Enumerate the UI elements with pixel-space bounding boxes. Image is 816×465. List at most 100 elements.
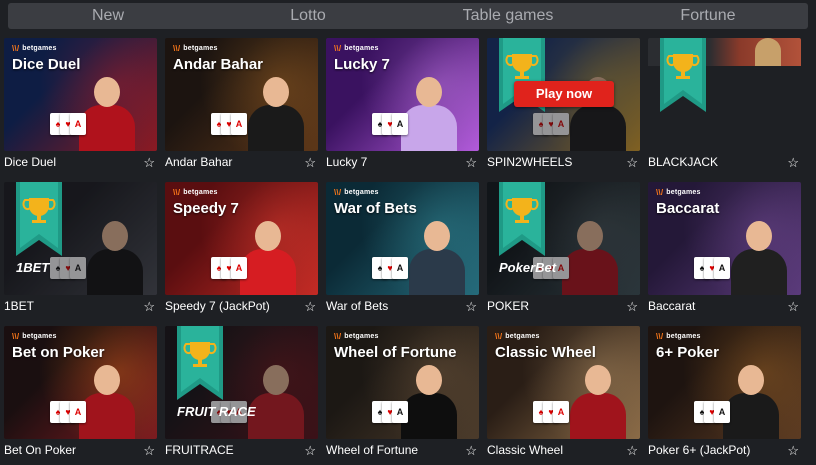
game-thumbnail[interactable]: ♠ ♥ A \\/betgames Andar Bahar bbox=[165, 38, 318, 151]
game-thumbnail[interactable]: ♠ ♥ A \\/betgames Dice Duel bbox=[4, 38, 157, 151]
tab-fortune[interactable]: Fortune bbox=[608, 3, 808, 29]
favorite-star-icon[interactable]: ☆ bbox=[465, 156, 477, 169]
betgames-wordmark: betgames bbox=[22, 45, 57, 52]
game-name: FRUITRACE bbox=[165, 443, 234, 457]
thumbnail-game-title: Classic Wheel bbox=[495, 344, 596, 361]
dealer-illustration bbox=[73, 73, 135, 151]
game-thumbnail[interactable]: ♠ ♥ A \\/betgames Bet on Poker bbox=[4, 326, 157, 439]
game-name: Baccarat bbox=[648, 299, 696, 313]
thumbnail-game-title: War of Bets bbox=[334, 200, 417, 217]
betgames-logo: \\/betgames bbox=[334, 188, 379, 197]
betgames-mark-icon: \\/ bbox=[334, 188, 342, 197]
favorite-star-icon[interactable]: ☆ bbox=[143, 300, 155, 313]
dealer-illustration bbox=[403, 217, 465, 295]
game-label-row: Classic Wheel ☆ bbox=[487, 442, 640, 458]
game-name: Andar Bahar bbox=[165, 155, 233, 169]
game-label-row: Poker 6+ (JackPot) ☆ bbox=[648, 442, 801, 458]
tab-table-games[interactable]: Table games bbox=[408, 3, 608, 29]
favorite-star-icon[interactable]: ☆ bbox=[304, 444, 316, 457]
game-card[interactable]: ♠ ♥ A \\/betgames Bet on Poker Bet On Poker ☆ bbox=[4, 326, 157, 458]
game-thumbnail[interactable]: ♠ ♥ A \\/betgames War of Bets bbox=[326, 182, 479, 295]
game-name: War of Bets bbox=[326, 299, 389, 313]
betgames-logo: \\/betgames bbox=[173, 44, 218, 53]
game-card[interactable]: ♠ ♥ A \\/betgames Andar Bahar Andar Bahar ☆ bbox=[165, 38, 318, 170]
game-card[interactable]: ♠ ♥ A \\/betgames Speedy 7 Speedy 7 (JackPot… bbox=[165, 182, 318, 313]
game-card[interactable]: ♠ ♥ A \\/betgames War of Bets War of Bets ☆ bbox=[326, 182, 479, 314]
game-thumbnail[interactable]: ♠ ♥ A \\/betgames Speedy 7 bbox=[165, 182, 318, 295]
betgames-mark-icon: \\/ bbox=[12, 332, 20, 341]
game-label-row: 1BET ☆ bbox=[4, 298, 157, 314]
game-name: Wheel of Fortune bbox=[326, 443, 419, 457]
favorite-star-icon[interactable]: ☆ bbox=[626, 156, 638, 169]
game-name: Dice Duel bbox=[4, 155, 57, 169]
game-thumbnail[interactable]: ♠ ♥ A \\/betgames 6+ Poker bbox=[648, 326, 801, 439]
betgames-mark-icon: \\/ bbox=[173, 188, 181, 197]
provider-logo: 1BET bbox=[16, 260, 50, 275]
game-label-row: Andar Bahar ☆ bbox=[165, 154, 318, 170]
game-card[interactable]: ♠ ♥ A \\/betgames Lucky 7 Lucky 7 ☆ bbox=[326, 38, 479, 170]
trophy-ribbon-icon bbox=[660, 38, 706, 112]
betgames-mark-icon: \\/ bbox=[334, 44, 342, 53]
play-now-button[interactable]: Play now bbox=[514, 81, 614, 107]
game-thumbnail[interactable]: ♠ ♥ A \\/betgames Classic Wheel bbox=[487, 326, 640, 439]
favorite-star-icon[interactable]: ☆ bbox=[787, 300, 799, 313]
game-label-row: Dice Duel ☆ bbox=[4, 154, 157, 170]
thumbnail-game-title: Lucky 7 bbox=[334, 56, 390, 73]
favorite-star-icon[interactable]: ☆ bbox=[465, 300, 477, 313]
favorite-star-icon[interactable]: ☆ bbox=[626, 300, 638, 313]
thumbnail-game-title: Wheel of Fortune bbox=[334, 344, 457, 361]
category-tabs: New Lotto Table games Fortune bbox=[8, 3, 808, 29]
trophy-ribbon-icon bbox=[499, 182, 545, 256]
thumbnail-game-title: Speedy 7 bbox=[173, 200, 239, 217]
betgames-logo: \\/betgames bbox=[656, 188, 701, 197]
game-label-row: Lucky 7 ☆ bbox=[326, 154, 479, 170]
dealer-illustration bbox=[234, 217, 296, 295]
favorite-star-icon[interactable]: ☆ bbox=[465, 444, 477, 457]
betgames-logo: \\/betgames bbox=[12, 332, 57, 341]
game-card[interactable]: BLACKJACK ☆ bbox=[648, 38, 801, 169]
tab-new[interactable]: New bbox=[8, 3, 208, 29]
betgames-wordmark: betgames bbox=[344, 45, 379, 52]
game-label-row: Baccarat ☆ bbox=[648, 298, 801, 314]
playing-cards-icon: ♠ ♥ A bbox=[211, 113, 247, 135]
favorite-star-icon[interactable]: ☆ bbox=[626, 444, 638, 457]
thumbnail-game-title: Dice Duel bbox=[12, 56, 81, 73]
game-card[interactable]: ♠ ♥ A FRUIT RACE FRUITRACE ☆ bbox=[165, 326, 318, 457]
dealer-illustration bbox=[73, 361, 135, 439]
favorite-star-icon[interactable]: ☆ bbox=[143, 156, 155, 169]
favorite-star-icon[interactable]: ☆ bbox=[143, 444, 155, 457]
betgames-logo: \\/betgames bbox=[334, 332, 379, 341]
game-card[interactable]: ♠ ♥ A PokerBet POKER ☆ bbox=[487, 182, 640, 313]
betgames-mark-icon: \\/ bbox=[495, 332, 503, 341]
favorite-star-icon[interactable]: ☆ bbox=[304, 300, 316, 313]
game-name: Speedy 7 (JackPot) bbox=[165, 299, 270, 313]
game-name: Bet On Poker bbox=[4, 443, 77, 457]
provider-logo: PokerBet bbox=[499, 260, 557, 275]
game-thumbnail[interactable]: ♠ ♥ A \\/betgames Baccarat bbox=[648, 182, 801, 295]
game-thumbnail[interactable]: ♠ ♥ A \\/betgames Wheel of Fortune bbox=[326, 326, 479, 439]
game-thumbnail[interactable]: ♠ ♥ A \\/betgames Lucky 7 bbox=[326, 38, 479, 151]
dealer-illustration bbox=[395, 73, 457, 151]
game-card[interactable]: ♠ ♥ A \\/betgames Wheel of Fortune Wheel of … bbox=[326, 326, 479, 458]
tab-lotto[interactable]: Lotto bbox=[208, 3, 408, 29]
game-name: SPIN2WHEELS bbox=[487, 155, 573, 169]
game-card[interactable]: ♠ ♥ A \\/betgames Baccarat Baccarat ☆ bbox=[648, 182, 801, 314]
betgames-logo: \\/betgames bbox=[495, 332, 540, 341]
betgames-wordmark: betgames bbox=[344, 333, 379, 340]
game-card[interactable]: ♠ ♥ A \\/betgames Dice Duel Dice Duel ☆ bbox=[4, 38, 157, 170]
game-card[interactable]: ♠ ♥ A 1BET 1BET ☆ bbox=[4, 182, 157, 314]
betgames-logo: \\/betgames bbox=[656, 332, 701, 341]
favorite-star-icon[interactable]: ☆ bbox=[787, 156, 799, 169]
game-card[interactable]: ♠ ♥ A Play now SPIN2WHEELS ☆ bbox=[487, 38, 640, 169]
favorite-star-icon[interactable]: ☆ bbox=[304, 156, 316, 169]
thumbnail-game-title: Bet on Poker bbox=[12, 344, 105, 361]
betgames-wordmark: betgames bbox=[666, 333, 701, 340]
favorite-star-icon[interactable]: ☆ bbox=[787, 444, 799, 457]
betgames-mark-icon: \\/ bbox=[12, 44, 20, 53]
game-card[interactable]: ♠ ♥ A \\/betgames Classic Wheel Classic Whee… bbox=[487, 326, 640, 458]
game-label-row: War of Bets ☆ bbox=[326, 298, 479, 314]
game-card[interactable]: ♠ ♥ A \\/betgames 6+ Poker Poker 6+ (JackPot… bbox=[648, 326, 801, 458]
game-label-row: Bet On Poker ☆ bbox=[4, 442, 157, 458]
game-label-row: Wheel of Fortune ☆ bbox=[326, 442, 479, 458]
dealer-illustration bbox=[242, 73, 304, 151]
